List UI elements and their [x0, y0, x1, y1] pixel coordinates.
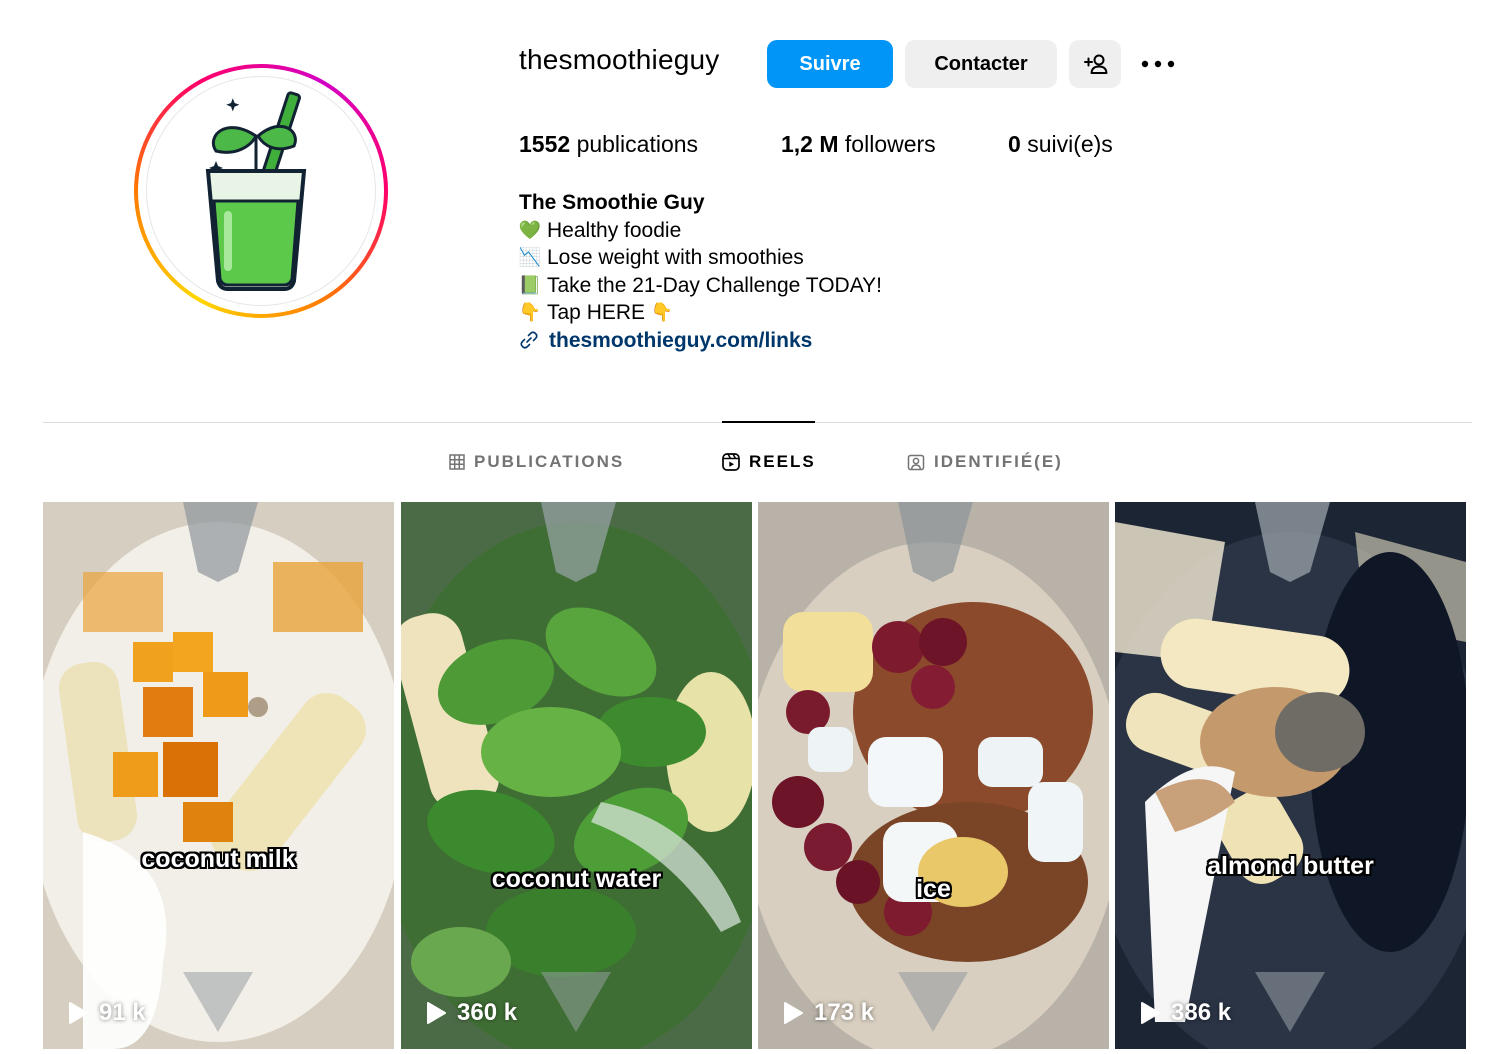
grid-icon	[449, 454, 465, 470]
profile-username: thesmoothieguy	[519, 44, 720, 75]
following-stat[interactable]: 0 suivi(e)s	[1008, 131, 1113, 158]
link-icon	[520, 331, 538, 349]
green-book-icon: 📗	[518, 274, 542, 295]
bio-line: 💚 Healthy foodie	[519, 217, 882, 245]
tab-label: PUBLICATIONS	[474, 452, 625, 471]
reel-views: 91 k	[67, 999, 146, 1027]
avatar-border	[138, 68, 384, 314]
reel-caption: ice	[916, 875, 951, 903]
reel-thumbnail-image	[1115, 502, 1466, 1049]
follow-button[interactable]: Suivre	[767, 40, 893, 88]
reel-tile[interactable]: coconut milk 91 k	[43, 502, 394, 1049]
play-icon	[427, 1002, 446, 1024]
reel-views: 173 k	[782, 999, 874, 1027]
smoothie-logo-icon	[205, 91, 307, 291]
reel-view-count: 386 k	[1171, 999, 1232, 1026]
profile-bio: The Smoothie Guy 💚 Healthy foodie 📉 Lose…	[519, 189, 882, 354]
reel-view-count: 173 k	[814, 999, 875, 1026]
bio-link[interactable]: thesmoothieguy.com/links	[549, 327, 812, 355]
followers-stat[interactable]: 1,2 M followers	[781, 131, 936, 158]
posts-label: publications	[576, 131, 699, 157]
tagged-icon	[907, 454, 925, 471]
bio-link-row[interactable]: thesmoothieguy.com/links	[519, 327, 882, 355]
reel-caption: coconut water	[491, 865, 662, 893]
reel-caption: almond butter	[1207, 852, 1374, 880]
reels-icon	[722, 453, 740, 471]
reel-tile[interactable]: almond butter 386 k	[1115, 502, 1466, 1049]
play-icon	[69, 1002, 88, 1024]
posts-count-stat: 1552 publications	[519, 131, 698, 158]
reel-caption: coconut milk	[141, 845, 296, 873]
reel-thumbnail-image	[758, 502, 1109, 1049]
reel-tile[interactable]: ice 173 k	[758, 502, 1109, 1049]
reel-view-count: 360 k	[457, 999, 518, 1026]
reel-thumbnail-image	[401, 502, 752, 1049]
tab-tagged[interactable]: IDENTIFIÉ(E)	[907, 452, 1063, 472]
reel-views: 386 k	[1139, 999, 1231, 1027]
tab-label: IDENTIFIÉ(E)	[934, 452, 1063, 471]
contact-button[interactable]: Contacter	[905, 40, 1057, 88]
followers-label: followers	[844, 131, 936, 157]
active-tab-indicator	[722, 421, 815, 423]
following-count: 0	[1008, 131, 1021, 157]
play-icon	[784, 1002, 803, 1024]
bio-display-name: The Smoothie Guy	[519, 191, 705, 214]
following-label: suivi(e)s	[1027, 131, 1113, 157]
tab-reels[interactable]: REELS	[722, 452, 816, 472]
more-options-button[interactable]	[1139, 50, 1177, 78]
bio-line: 👇 Tap HERE 👇	[519, 299, 882, 327]
more-options-icon	[1141, 60, 1175, 68]
pointing-down-icon: 👇	[650, 302, 674, 322]
profile-avatar-ring[interactable]	[134, 64, 388, 318]
chart-decreasing-icon: 📉	[518, 247, 542, 267]
pointing-down-icon: 👇	[518, 302, 542, 322]
bio-line: 📉 Lose weight with smoothies	[519, 244, 882, 272]
reel-tile[interactable]: coconut water 360 k	[401, 502, 752, 1049]
suggest-accounts-button[interactable]	[1069, 40, 1121, 88]
bio-line-text: Healthy foodie	[547, 218, 682, 242]
reel-view-count: 91 k	[99, 999, 146, 1026]
tab-label: REELS	[749, 452, 816, 471]
bio-line: 📗 Take the 21-Day Challenge TODAY!	[519, 272, 882, 300]
followers-count: 1,2 M	[781, 131, 839, 157]
reel-views: 360 k	[425, 999, 517, 1027]
tab-publications[interactable]: PUBLICATIONS	[449, 452, 624, 472]
bio-line-text: Take the 21-Day Challenge TODAY!	[547, 273, 883, 297]
bio-line-text: Tap HERE	[547, 301, 646, 324]
play-icon	[1141, 1002, 1160, 1024]
green-heart-icon: 💚	[518, 219, 542, 240]
reel-thumbnail-image	[43, 502, 394, 1049]
posts-count: 1552	[519, 131, 571, 157]
avatar[interactable]	[146, 76, 376, 306]
add-user-icon	[1084, 54, 1108, 74]
bio-line-text: Lose weight with smoothies	[547, 246, 804, 269]
